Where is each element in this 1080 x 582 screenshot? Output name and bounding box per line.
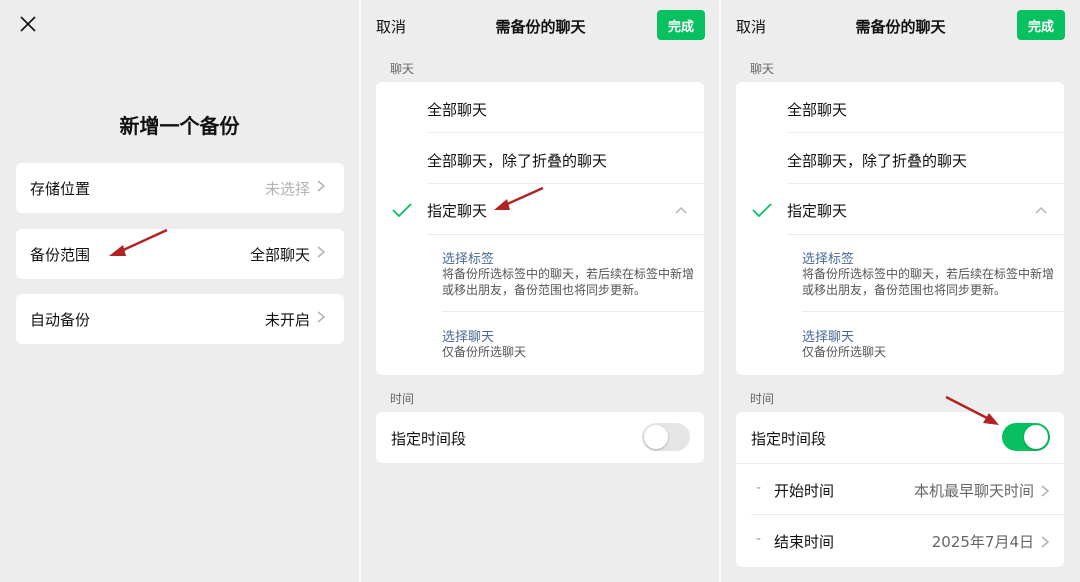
section-label-time: 时间 xyxy=(390,392,415,406)
auto-backup-row[interactable]: 自动备份 未开启 xyxy=(16,294,344,344)
storage-location-row[interactable]: 存储位置 未选择 xyxy=(16,163,344,213)
row-value: 未开启 xyxy=(264,310,310,329)
start-time-label: 开始时间 xyxy=(774,482,835,500)
option-all-except-folded[interactable]: 全部聊天，除了折叠的聊天 xyxy=(427,150,607,171)
select-tags-desc: 将备份所选标签中的聊天，若后续在标签中新增或移出朋友，备份范围也将同步更新。 xyxy=(442,267,695,297)
time-range-label: 指定时间段 xyxy=(391,430,467,448)
chevron-right-icon xyxy=(316,245,330,263)
section-label-chats: 聊天 xyxy=(390,62,415,76)
toggle-knob xyxy=(644,425,668,449)
row-label: 存储位置 xyxy=(30,179,91,198)
done-button[interactable]: 完成 xyxy=(657,10,705,40)
chevron-right-icon xyxy=(316,179,330,197)
select-chats-desc: 仅备份所选聊天 xyxy=(442,345,527,359)
chat-select-panel-toggle-off: 取消 需备份的聊天 完成 聊天 全部聊天 全部聊天，除了折叠的聊天 指定聊天 选… xyxy=(361,0,720,582)
row-value: 未选择 xyxy=(264,179,310,198)
red-arrow-annotation xyxy=(494,186,544,210)
chat-select-panel-toggle-on: 取消 需备份的聊天 完成 聊天 全部聊天 全部聊天，除了折叠的聊天 指定聊天 选… xyxy=(721,0,1080,582)
time-range-group: 指定时间段 - 开始时间 本机最早聊天时间 - 结束时间 2025年7月4日 xyxy=(736,412,1064,567)
end-time-label: 结束时间 xyxy=(774,533,835,551)
done-button[interactable]: 完成 xyxy=(1017,10,1065,40)
row-value: 全部聊天 xyxy=(249,245,310,264)
end-time-value: 2025年7月4日 xyxy=(932,531,1050,552)
select-chats-desc: 仅备份所选聊天 xyxy=(802,345,887,359)
option-specified-chats[interactable]: 指定聊天 xyxy=(427,200,487,221)
chevron-up-icon[interactable] xyxy=(1034,205,1048,215)
select-tags-desc: 将备份所选标签中的聊天，若后续在标签中新增或移出朋友，备份范围也将同步更新。 xyxy=(802,267,1055,297)
select-chats-link[interactable]: 选择聊天 xyxy=(442,326,494,345)
select-tags-link[interactable]: 选择标签 xyxy=(802,248,854,267)
close-icon[interactable] xyxy=(16,12,40,36)
dash-marker: - xyxy=(756,531,762,547)
chevron-right-icon xyxy=(316,310,330,328)
time-range-toggle[interactable] xyxy=(642,423,690,451)
select-chats-link[interactable]: 选择聊天 xyxy=(802,326,854,345)
option-all-chats[interactable]: 全部聊天 xyxy=(787,99,847,120)
toggle-knob xyxy=(1024,425,1048,449)
select-tags-link[interactable]: 选择标签 xyxy=(442,248,494,267)
dash-marker: - xyxy=(756,480,762,496)
chat-options-group: 全部聊天 全部聊天，除了折叠的聊天 指定聊天 选择标签 将备份所选标签中的聊天，… xyxy=(736,82,1064,375)
chevron-right-icon xyxy=(1041,484,1050,497)
option-specified-chats[interactable]: 指定聊天 xyxy=(787,200,847,221)
red-arrow-annotation xyxy=(109,228,168,256)
row-label: 自动备份 xyxy=(30,310,91,329)
check-icon xyxy=(752,203,772,218)
page-title: 新增一个备份 xyxy=(119,114,240,138)
option-all-chats[interactable]: 全部聊天 xyxy=(427,99,487,120)
time-range-label: 指定时间段 xyxy=(751,430,827,448)
chevron-up-icon[interactable] xyxy=(674,205,688,215)
new-backup-panel: 新增一个备份 存储位置 未选择 备份范围 全部聊天 自动备份 未开启 xyxy=(0,0,359,582)
time-range-toggle[interactable] xyxy=(1002,423,1050,451)
red-arrow-annotation xyxy=(945,395,999,425)
backup-scope-row[interactable]: 备份范围 全部聊天 xyxy=(16,229,344,279)
check-icon xyxy=(392,203,412,218)
chevron-right-icon xyxy=(1041,535,1050,548)
section-label-chats: 聊天 xyxy=(750,62,775,76)
chat-options-group: 全部聊天 全部聊天，除了折叠的聊天 指定聊天 选择标签 将备份所选标签中的聊天，… xyxy=(376,82,704,375)
start-time-value: 本机最早聊天时间 xyxy=(914,480,1050,501)
time-range-group: 指定时间段 xyxy=(376,412,704,463)
section-label-time: 时间 xyxy=(750,392,775,406)
option-all-except-folded[interactable]: 全部聊天，除了折叠的聊天 xyxy=(787,150,967,171)
